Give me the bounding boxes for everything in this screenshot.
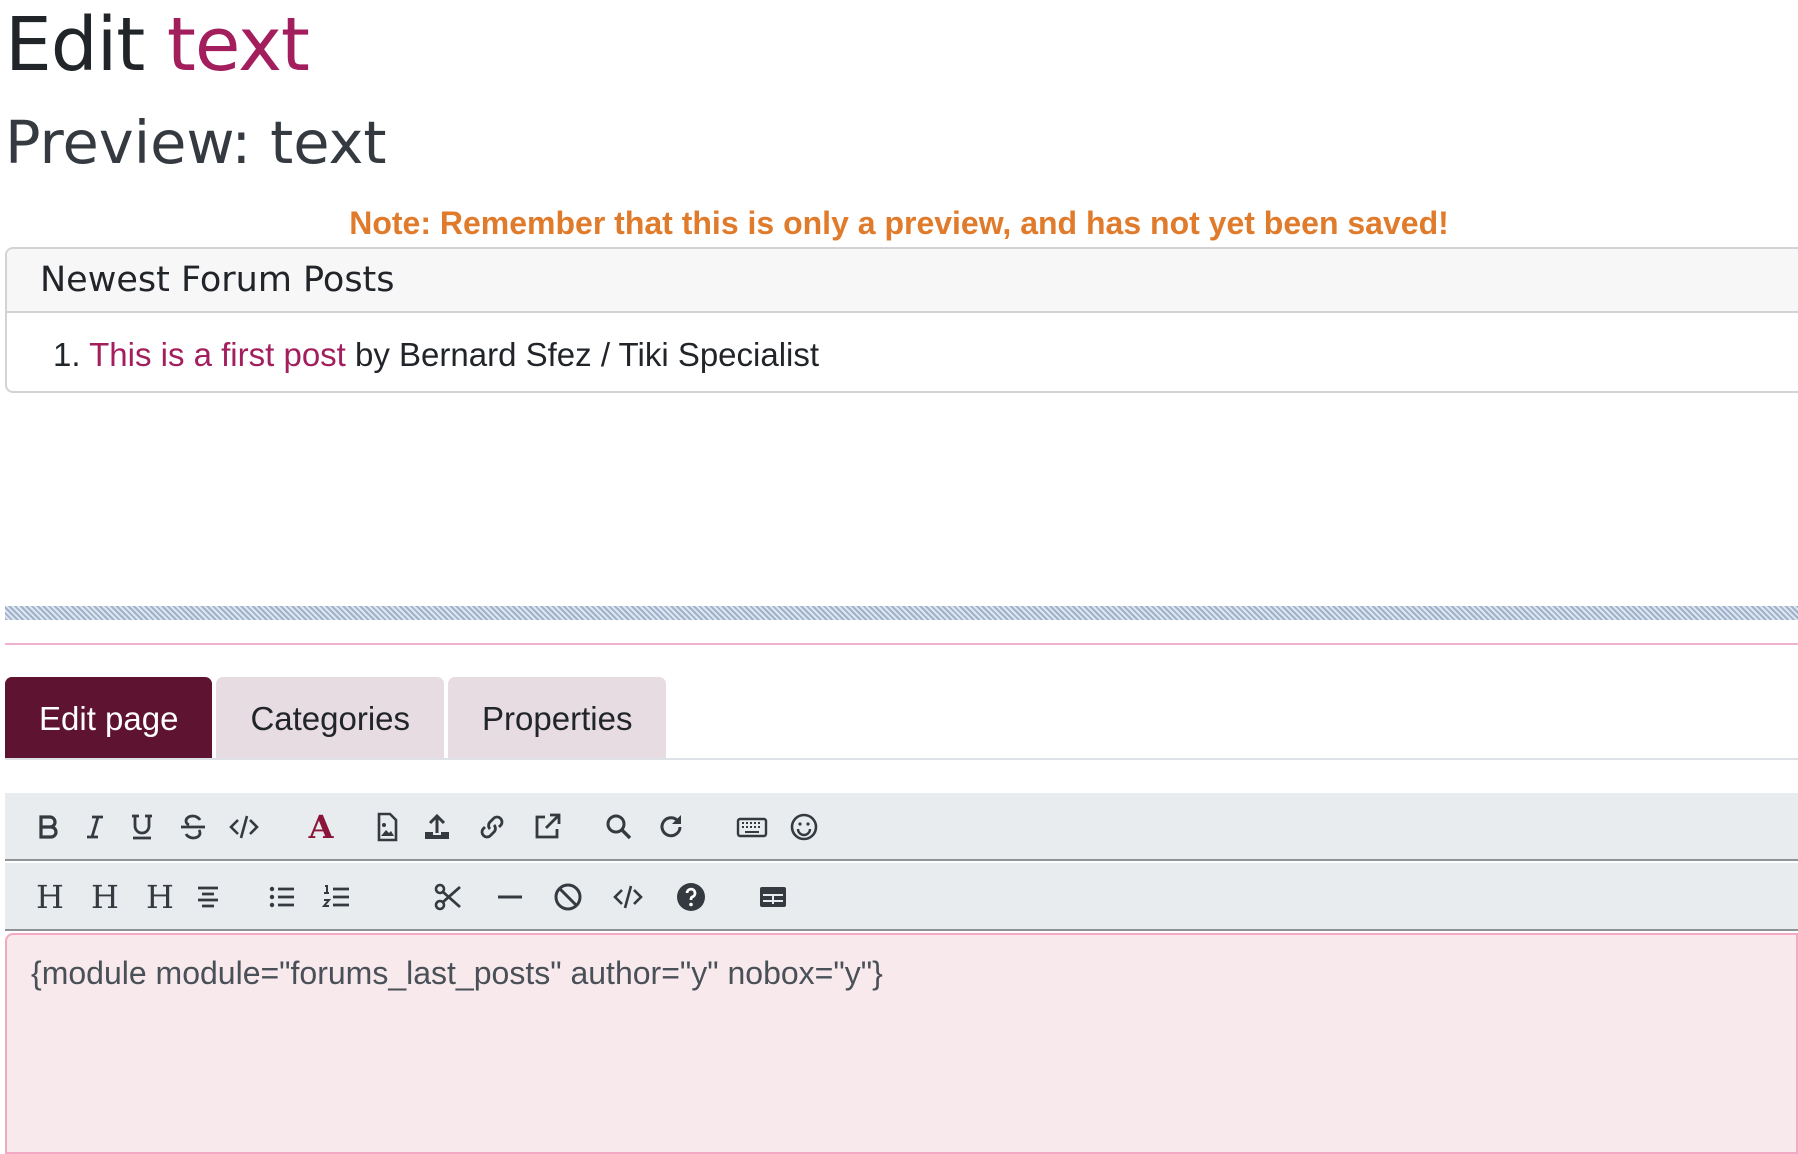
keyboard-icon[interactable] <box>732 807 772 847</box>
heading3-icon[interactable]: H <box>140 877 180 917</box>
horizontal-rule-icon[interactable] <box>490 877 530 917</box>
preview-splitter-handle[interactable] <box>5 606 1798 620</box>
wiki-editor-textarea[interactable]: {module module="forums_last_posts" autho… <box>5 933 1798 1154</box>
numbered-list-icon[interactable] <box>317 877 357 917</box>
no-parse-icon[interactable] <box>548 877 588 917</box>
edit-tabs: Edit page Categories Properties <box>5 677 667 760</box>
font-color-icon[interactable]: A <box>301 807 341 847</box>
strikethrough-icon[interactable] <box>173 807 213 847</box>
image-icon[interactable] <box>367 807 407 847</box>
post-number: 1. <box>53 336 81 373</box>
tab-categories[interactable]: Categories <box>216 677 445 760</box>
upload-icon[interactable] <box>417 807 457 847</box>
editor-toolbar-row-1: A <box>5 793 1798 861</box>
post-author: Bernard Sfez / Tiki Specialist <box>399 336 820 373</box>
module-title: Newest Forum Posts <box>7 249 1798 313</box>
post-list: 1. This is a first post by Bernard Sfez … <box>7 313 1798 375</box>
tab-edit-page[interactable]: Edit page <box>5 677 213 760</box>
divider <box>5 643 1798 645</box>
tab-properties[interactable]: Properties <box>448 677 667 760</box>
heading1-icon[interactable]: H <box>30 877 70 917</box>
tabs-divider <box>5 758 1798 760</box>
preview-note: Note: Remember that this is only a previ… <box>349 205 1449 241</box>
post-by: by <box>355 336 390 373</box>
redo-icon[interactable] <box>651 807 691 847</box>
search-icon[interactable] <box>599 807 639 847</box>
forum-posts-module: Newest Forum Posts 1. This is a first po… <box>5 247 1798 393</box>
cut-icon[interactable] <box>428 877 468 917</box>
smiley-icon[interactable] <box>784 807 824 847</box>
post-link[interactable]: This is a first post <box>89 336 346 373</box>
underline-icon[interactable] <box>122 807 162 847</box>
editor-toolbar-row-2: H H H <box>5 863 1798 931</box>
preview-heading: Preview: text <box>5 108 387 177</box>
page-title: Edit text <box>5 2 310 88</box>
page-title-link[interactable]: text <box>167 2 310 88</box>
code-snippet-icon[interactable] <box>608 877 648 917</box>
italic-icon[interactable] <box>75 807 115 847</box>
page-title-prefix: Edit <box>5 2 145 88</box>
bulleted-list-icon[interactable] <box>262 877 302 917</box>
external-link-icon[interactable] <box>527 807 567 847</box>
list-item: 1. This is a first post by Bernard Sfez … <box>7 313 1798 375</box>
code-icon[interactable] <box>224 807 264 847</box>
link-icon[interactable] <box>472 807 512 847</box>
table-icon[interactable] <box>753 877 793 917</box>
align-center-icon[interactable] <box>188 877 228 917</box>
help-icon[interactable] <box>671 877 711 917</box>
bold-icon[interactable] <box>28 807 68 847</box>
heading2-icon[interactable]: H <box>85 877 125 917</box>
